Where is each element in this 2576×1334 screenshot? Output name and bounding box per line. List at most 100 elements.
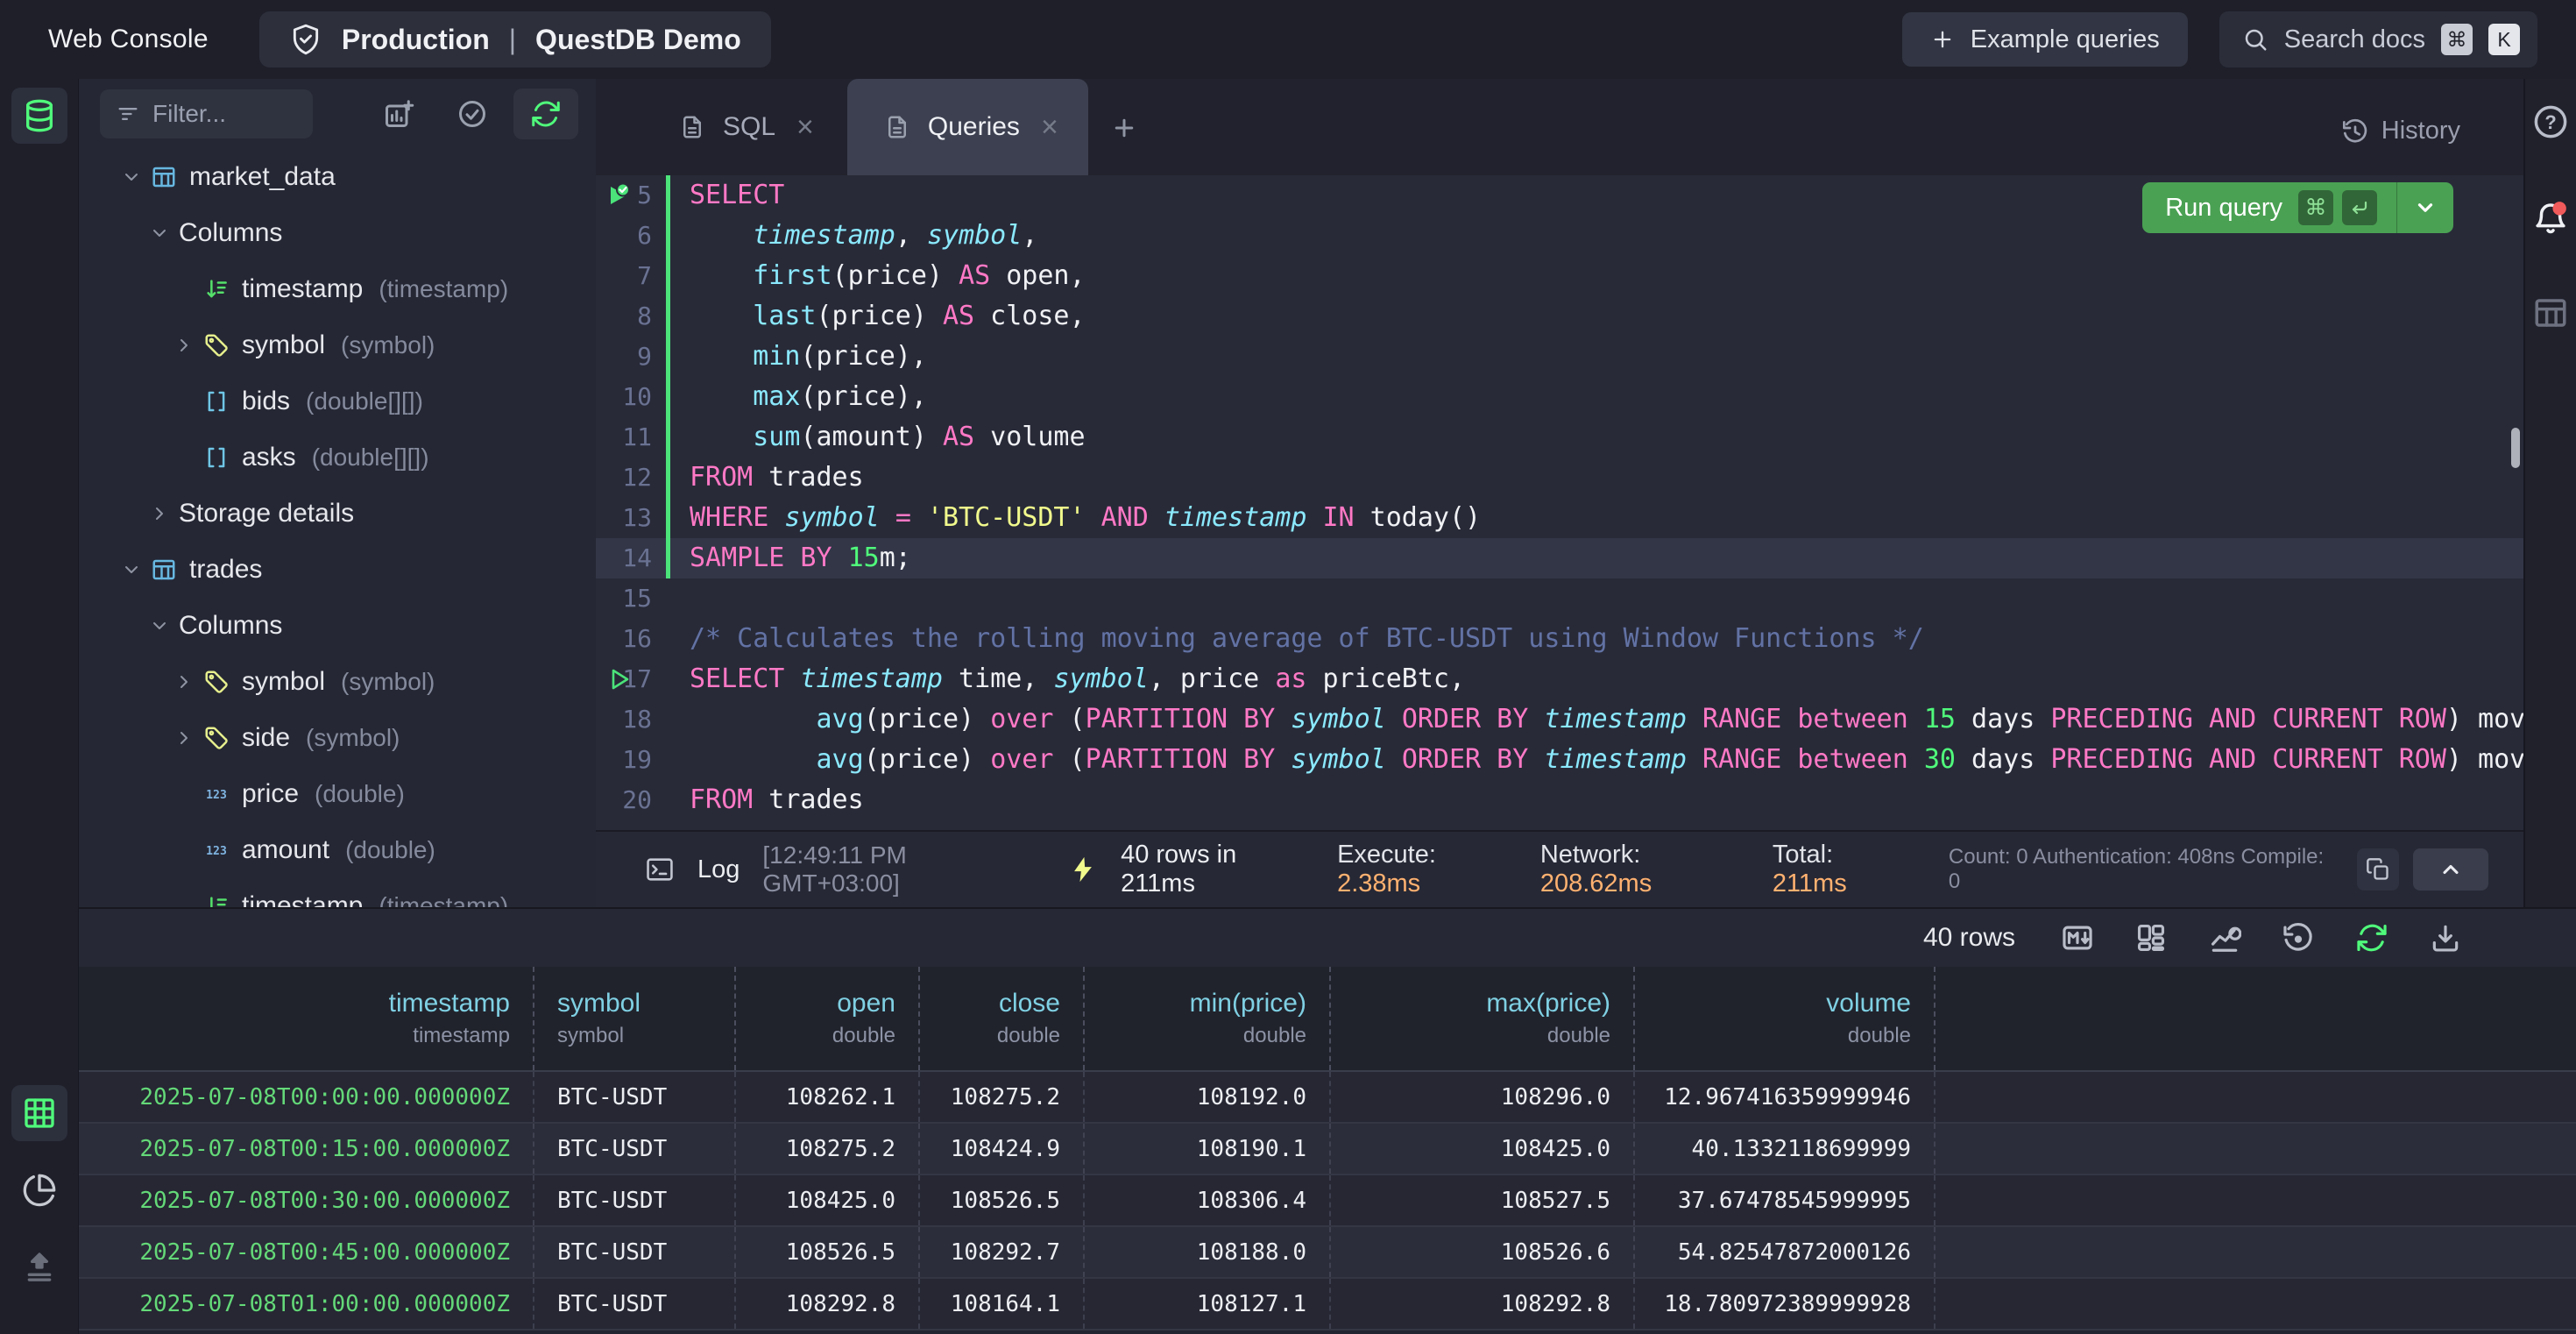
instance-selector[interactable]: Production | QuestDB Demo — [259, 11, 771, 67]
refresh-button[interactable] — [2355, 921, 2388, 954]
example-queries-button[interactable]: Example queries — [1902, 12, 2188, 67]
tab-queries[interactable]: Queries× — [847, 79, 1088, 175]
code-line-text: FROM trades — [670, 780, 864, 820]
code-line[interactable]: 11 sum(amount) AS volume — [596, 417, 2523, 458]
history-button[interactable]: History — [2341, 117, 2460, 145]
database-button[interactable] — [11, 88, 67, 144]
refresh-button[interactable] — [513, 89, 578, 139]
code-line[interactable]: 20FROM trades — [596, 780, 2523, 820]
filter-icon — [116, 102, 140, 126]
filter-field[interactable] — [100, 89, 313, 138]
cell-volume: 40.1332118699999 — [1635, 1124, 1936, 1174]
sql-editor[interactable]: 5SELECT6 timestamp, symbol,7 first(price… — [596, 175, 2523, 830]
column-name: max(price) — [1354, 989, 1610, 1018]
grid-layout-button[interactable] — [2134, 921, 2168, 954]
table-row[interactable]: 2025-07-08T00:00:00.000000ZBTC-USDT10826… — [79, 1072, 2576, 1124]
tree-item-timestamp[interactable]: timestamp(timestamp) — [79, 878, 596, 907]
code-line-text: avg(price) over (PARTITION BY symbol ORD… — [670, 740, 2523, 780]
column-header-close[interactable]: closedouble — [920, 967, 1085, 1070]
grid-layout-icon — [2134, 921, 2168, 954]
code-line-text: SELECT — [670, 175, 784, 216]
search-docs-button[interactable]: Search docs ⌘ K — [2219, 11, 2537, 67]
tree-item-storage-details[interactable]: Storage details — [79, 486, 596, 542]
tree-item-label: Columns — [179, 611, 282, 641]
tab-sql[interactable]: SQL × — [596, 79, 847, 175]
cell-max-price-: 108526.6 — [1331, 1227, 1635, 1277]
instance-name: QuestDB Demo — [535, 24, 741, 56]
column-header-symbol[interactable]: symbolsymbol — [534, 967, 736, 1070]
collapse-log-button[interactable] — [2413, 848, 2488, 891]
code-line[interactable]: 15 — [596, 578, 2523, 619]
code-line[interactable]: 12FROM trades — [596, 458, 2523, 498]
cell-symbol: BTC-USDT — [534, 1124, 736, 1174]
code-line-text: sum(amount) AS volume — [670, 417, 1086, 458]
add-chart-button[interactable] — [366, 89, 431, 139]
column-header-open[interactable]: opendouble — [736, 967, 920, 1070]
tree-item-timestamp[interactable]: timestamp(timestamp) — [79, 261, 596, 317]
notifications-button[interactable] — [2532, 199, 2569, 238]
tree-item-trades[interactable]: trades — [79, 542, 596, 598]
table-row[interactable]: 2025-07-08T00:15:00.000000ZBTC-USDT10827… — [79, 1124, 2576, 1175]
code-line[interactable]: 7 first(price) AS open, — [596, 256, 2523, 296]
cell-close: 108424.9 — [920, 1124, 1085, 1174]
tree-item-type: (symbol) — [306, 724, 400, 752]
cell-min-price-: 108306.4 — [1085, 1175, 1331, 1225]
tree-item-market-data[interactable]: market_data — [79, 149, 596, 205]
new-tab-button[interactable] — [1111, 103, 1160, 153]
download-button[interactable] — [2429, 921, 2462, 954]
code-line[interactable]: 10 max(price), — [596, 377, 2523, 417]
app-title: Web Console — [48, 25, 209, 54]
close-tab-icon[interactable]: × — [793, 110, 817, 145]
code-line[interactable]: 18 avg(price) over (PARTITION BY symbol … — [596, 699, 2523, 740]
code-line[interactable]: 9 min(price), — [596, 337, 2523, 377]
code-line[interactable]: 16/* Calculates the rolling moving avera… — [596, 619, 2523, 659]
tree-item-amount[interactable]: 123amount(double) — [79, 822, 596, 878]
line-number: 7 — [596, 256, 666, 296]
pie-chart-button[interactable] — [11, 1162, 67, 1218]
editor-scrollbar[interactable] — [2511, 428, 2520, 468]
tree-item-asks[interactable]: asks(double[][]) — [79, 429, 596, 486]
run-options-dropdown[interactable] — [2397, 182, 2453, 233]
run-line-marker-icon[interactable] — [605, 665, 633, 693]
code-line[interactable]: 19 avg(price) over (PARTITION BY symbol … — [596, 740, 2523, 780]
column-header-max-price-[interactable]: max(price)double — [1331, 967, 1635, 1070]
restore-button[interactable] — [2282, 921, 2315, 954]
tree-item-symbol[interactable]: symbol(symbol) — [79, 654, 596, 710]
markdown-export-button[interactable] — [2061, 921, 2094, 954]
query-ran-marker-icon[interactable] — [605, 181, 633, 209]
tree-item-side[interactable]: side(symbol) — [79, 710, 596, 766]
table-row[interactable]: 2025-07-08T01:00:00.000000ZBTC-USDT10829… — [79, 1279, 2576, 1330]
terminal-icon — [645, 855, 675, 884]
chart-button[interactable] — [2208, 921, 2241, 954]
pie-chart-icon — [22, 1173, 57, 1208]
return-key-icon — [2342, 190, 2377, 225]
table-layout-button[interactable] — [2532, 294, 2569, 334]
run-query-button[interactable]: Run query ⌘ — [2142, 182, 2453, 233]
tree-item-price[interactable]: 123price(double) — [79, 766, 596, 822]
upload-button[interactable] — [11, 1239, 67, 1295]
code-line-text: min(price), — [670, 337, 927, 377]
cell-timestamp: 2025-07-08T00:00:00.000000Z — [79, 1072, 534, 1122]
column-header-timestamp[interactable]: timestamptimestamp — [79, 967, 534, 1070]
check-circle-button[interactable] — [440, 89, 505, 139]
cell-volume: 12.967416359999946 — [1635, 1072, 1936, 1122]
tree-item-bids[interactable]: bids(double[][]) — [79, 373, 596, 429]
tree-item-symbol[interactable]: symbol(symbol) — [79, 317, 596, 373]
code-line[interactable]: 14SAMPLE BY 15m; — [596, 538, 2523, 578]
grid-button[interactable] — [11, 1085, 67, 1141]
column-header-volume[interactable]: volumedouble — [1635, 967, 1936, 1070]
close-tab-icon[interactable]: × — [1037, 110, 1062, 145]
tab-label: SQL — [723, 112, 775, 142]
help-button[interactable]: ? — [2532, 103, 2569, 143]
copy-log-button[interactable] — [2357, 848, 2399, 891]
table-row[interactable]: 2025-07-08T00:45:00.000000ZBTC-USDT10852… — [79, 1227, 2576, 1279]
column-header-min-price-[interactable]: min(price)double — [1085, 967, 1331, 1070]
tree-item-columns[interactable]: Columns — [79, 598, 596, 654]
table-row[interactable]: 2025-07-08T00:30:00.000000ZBTC-USDT10842… — [79, 1175, 2576, 1227]
code-line[interactable]: 17SELECT timestamp time, symbol, price a… — [596, 659, 2523, 699]
filter-input[interactable] — [152, 100, 275, 128]
code-line[interactable]: 13WHERE symbol = 'BTC-USDT' AND timestam… — [596, 498, 2523, 538]
tree-item-columns[interactable]: Columns — [79, 205, 596, 261]
code-line[interactable]: 8 last(price) AS close, — [596, 296, 2523, 337]
search-icon — [2242, 26, 2268, 53]
